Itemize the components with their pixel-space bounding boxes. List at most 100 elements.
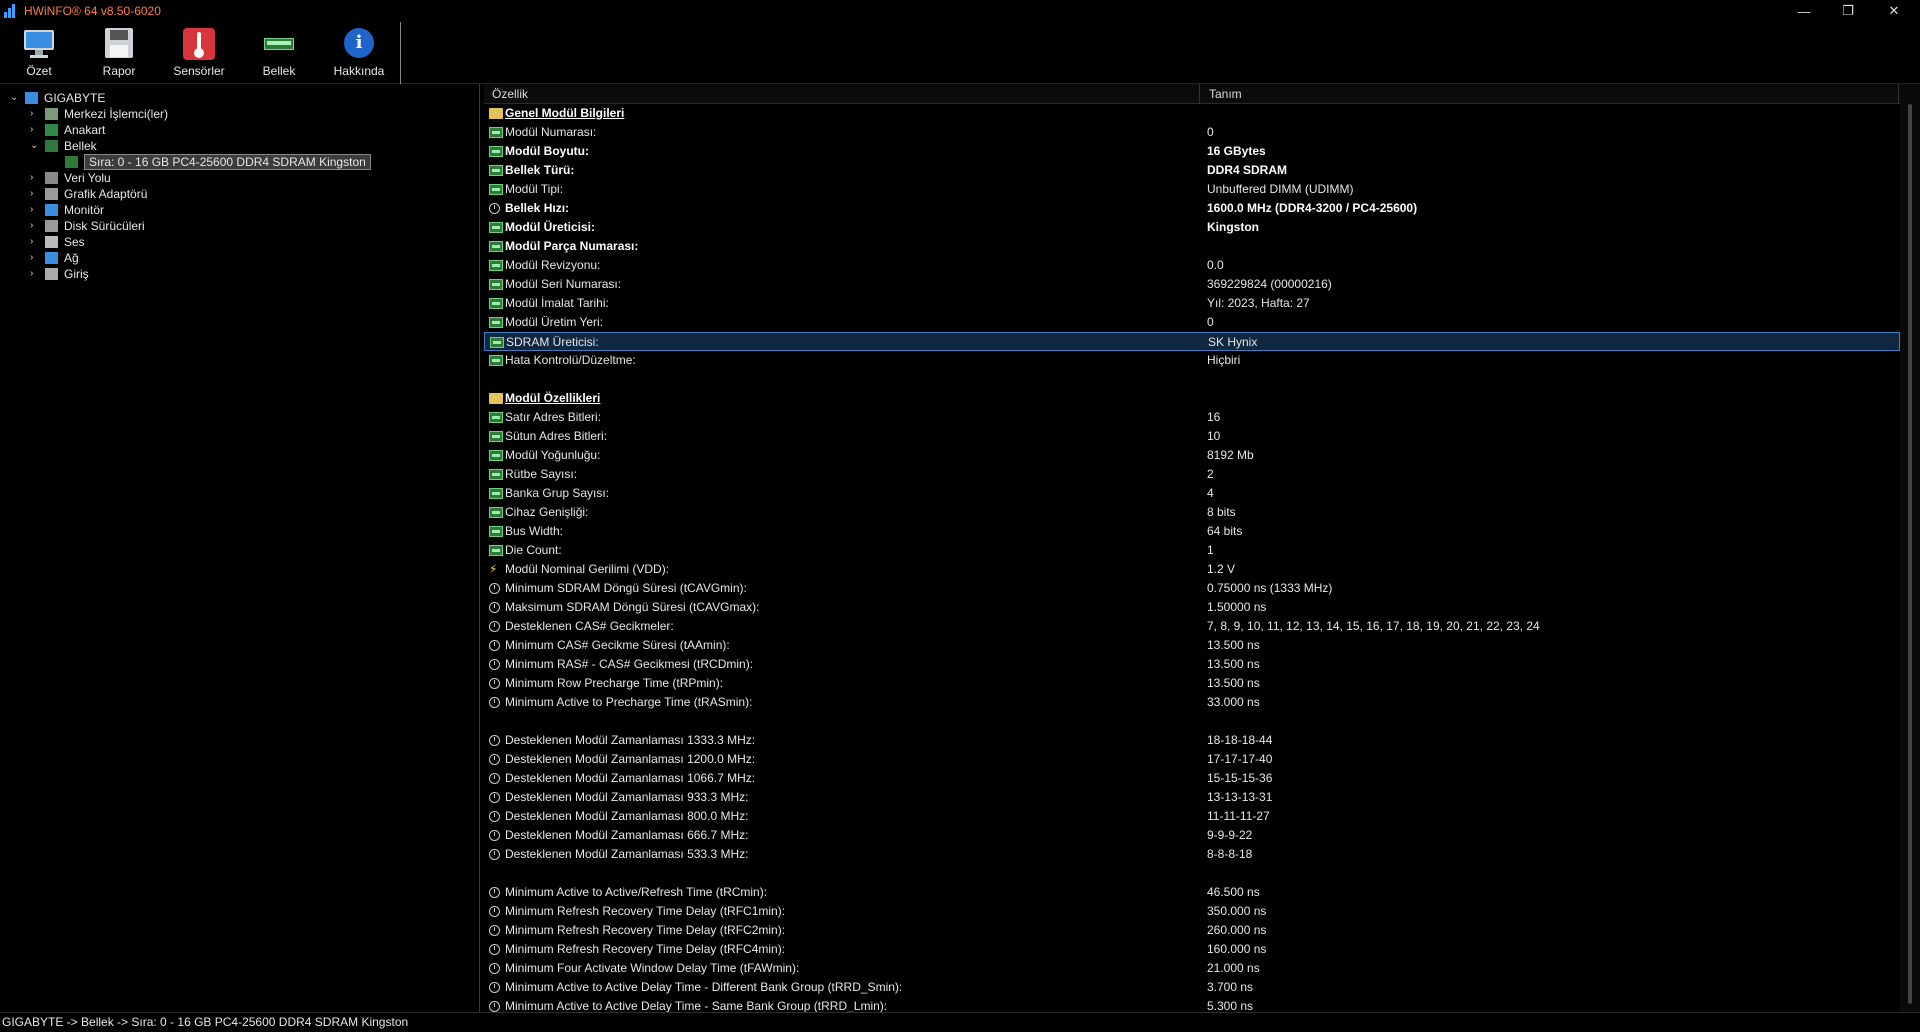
property-row[interactable]: Desteklenen Modül Zamanlaması 933.3 MHz:… <box>484 788 1900 807</box>
property-row[interactable]: Bellek Hızı: 1600.0 MHz (DDR4-3200 / PC4-… <box>484 199 1900 218</box>
property-name: Cihaz Genişliği: <box>505 505 589 519</box>
property-row[interactable]: Maksimum SDRAM Döngü Süresi (tCAVGmax): 1… <box>484 598 1900 617</box>
property-row[interactable]: Desteklenen Modül Zamanlaması 666.7 MHz:… <box>484 826 1900 845</box>
property-row[interactable]: Modül Yoğunluğu: 8192 Mb <box>484 446 1900 465</box>
tree-item-label: GIGABYTE <box>44 91 106 105</box>
property-name: Minimum Refresh Recovery Time Delay (tRF… <box>505 923 786 937</box>
property-value: 33.000 ns <box>1207 695 1260 709</box>
section-header[interactable]: Modül Özellikleri <box>484 389 1900 408</box>
property-row[interactable]: Minimum Active to Precharge Time (tRASmi… <box>484 693 1900 712</box>
property-row[interactable]: Minimum Refresh Recovery Time Delay (tRF… <box>484 921 1900 940</box>
property-row[interactable]: Rütbe Sayısı: 2 <box>484 465 1900 484</box>
property-row[interactable]: Modül Numarası: 0 <box>484 123 1900 142</box>
ram-icon <box>489 165 503 176</box>
input-icon <box>45 268 58 280</box>
about-button[interactable]: i Hakkında <box>324 28 394 82</box>
memory-button[interactable]: Bellek <box>244 28 314 82</box>
property-row[interactable]: Bellek Türü: DDR4 SDRAM <box>484 161 1900 180</box>
property-name: Modül Üreticisi: <box>505 220 596 234</box>
property-name: Rütbe Sayısı: <box>505 467 578 481</box>
info-icon: i <box>342 28 376 60</box>
property-row[interactable]: Modül Üreticisi: Kingston <box>484 218 1900 237</box>
property-row[interactable]: Cihaz Genişliği: 8 bits <box>484 503 1900 522</box>
chevron-right-icon[interactable]: › <box>30 186 40 202</box>
report-button[interactable]: Rapor <box>84 28 154 82</box>
maximize-button[interactable]: ❐ <box>1826 0 1870 22</box>
vertical-scrollbar[interactable] <box>1900 84 1920 1012</box>
property-row[interactable]: Minimum Refresh Recovery Time Delay (tRF… <box>484 902 1900 921</box>
property-row[interactable]: Minimum RAS# - CAS# Gecikmesi (tRCDmin):… <box>484 655 1900 674</box>
close-button[interactable]: ✕ <box>1872 0 1916 22</box>
property-value: SK Hynix <box>1208 335 1258 349</box>
chevron-right-icon[interactable]: › <box>30 122 40 138</box>
property-row[interactable]: Desteklenen Modül Zamanlaması 533.3 MHz:… <box>484 845 1900 864</box>
device-tree[interactable]: ⌄ GIGABYTE › Merkezi İşlemci(ler) › Anakart ⌄ B… <box>0 84 480 1012</box>
property-name: Bus Width: <box>505 524 564 538</box>
property-row[interactable]: Hata Kontrolü/Düzeltme: Hiçbiri <box>484 351 1900 370</box>
property-row[interactable]: Bus Width: 64 bits <box>484 522 1900 541</box>
property-row[interactable]: Minimum Refresh Recovery Time Delay (tRF… <box>484 940 1900 959</box>
property-row[interactable]: ⚡ Modül Nominal Gerilimi (VDD): 1.2 V <box>484 560 1900 579</box>
property-row[interactable]: Desteklenen Modül Zamanlaması 1200.0 MHz… <box>484 750 1900 769</box>
chevron-right-icon[interactable]: › <box>30 202 40 218</box>
property-name: Minimum RAS# - CAS# Gecikmesi (tRCDmin): <box>505 657 754 671</box>
minimize-button[interactable]: — <box>1782 0 1826 22</box>
chevron-down-icon[interactable]: ⌄ <box>10 90 20 106</box>
property-row[interactable]: Modül Parça Numarası: <box>484 237 1900 256</box>
clock-icon <box>489 1001 500 1012</box>
spacer-row <box>484 712 1900 731</box>
column-property-header[interactable]: Özellik <box>492 87 528 101</box>
chevron-right-icon[interactable]: › <box>30 250 40 266</box>
property-value: 7, 8, 9, 10, 11, 12, 13, 14, 15, 16, 17,… <box>1207 619 1540 633</box>
property-name: Desteklenen Modül Zamanlaması 800.0 MHz: <box>505 809 749 823</box>
property-row[interactable]: SDRAM Üreticisi: SK Hynix <box>484 332 1900 351</box>
property-row[interactable]: Desteklenen Modül Zamanlaması 1333.3 MHz… <box>484 731 1900 750</box>
property-row[interactable]: Banka Grup Sayısı: 4 <box>484 484 1900 503</box>
property-row[interactable]: Sütun Adres Bitleri: 10 <box>484 427 1900 446</box>
property-row[interactable]: Desteklenen Modül Zamanlaması 800.0 MHz:… <box>484 807 1900 826</box>
property-list: Genel Modül Bilgileri Modül Numarası: 0 Mod… <box>484 104 1900 1012</box>
property-name: Modül Tipi: <box>505 182 564 196</box>
property-row[interactable]: Minimum CAS# Gecikme Süresi (tAAmin): 13.… <box>484 636 1900 655</box>
ram-icon <box>489 355 503 366</box>
property-row[interactable]: Modül İmalat Tarihi: Yıl: 2023, Hafta: 27 <box>484 294 1900 313</box>
chevron-right-icon[interactable]: › <box>30 234 40 250</box>
property-row[interactable]: Die Count: 1 <box>484 541 1900 560</box>
property-row[interactable]: Minimum Active to Active/Refresh Time (t… <box>484 883 1900 902</box>
property-row[interactable]: Minimum Four Activate Window Delay Time … <box>484 959 1900 978</box>
chevron-right-icon[interactable]: › <box>30 218 40 234</box>
scrollbar-thumb[interactable] <box>1908 104 1912 1004</box>
summary-button[interactable]: Özet <box>4 28 74 82</box>
column-value-header[interactable]: Tanım <box>1209 87 1242 101</box>
property-row[interactable]: Desteklenen CAS# Gecikmeler: 7, 8, 9, 10,… <box>484 617 1900 636</box>
property-row[interactable]: Minimum SDRAM Döngü Süresi (tCAVGmin): 0.… <box>484 579 1900 598</box>
property-name: Modül Revizyonu: <box>505 258 601 272</box>
property-row[interactable]: Modül Revizyonu: 0.0 <box>484 256 1900 275</box>
property-name: Banka Grup Sayısı: <box>505 486 610 500</box>
property-name: Desteklenen CAS# Gecikmeler: <box>505 619 674 633</box>
property-row[interactable]: Minimum Active to Active Delay Time - Di… <box>484 978 1900 997</box>
chevron-right-icon[interactable]: › <box>30 266 40 282</box>
chevron-down-icon[interactable]: ⌄ <box>30 138 40 154</box>
column-divider[interactable] <box>1898 84 1899 104</box>
chevron-right-icon[interactable]: › <box>30 170 40 186</box>
property-row[interactable]: Desteklenen Modül Zamanlaması 1066.7 MHz… <box>484 769 1900 788</box>
section-header[interactable]: Genel Modül Bilgileri <box>484 104 1900 123</box>
property-row[interactable]: Minimum Row Precharge Time (tRPmin): 13.5… <box>484 674 1900 693</box>
disk-icon <box>45 220 58 232</box>
property-row[interactable]: Modül Üretim Yeri: 0 <box>484 313 1900 332</box>
column-divider[interactable] <box>1199 84 1200 104</box>
chevron-right-icon[interactable]: › <box>30 106 40 122</box>
status-bar: GIGABYTE -> Bellek -> Sıra: 0 - 16 GB PC… <box>0 1012 1920 1032</box>
clock-icon <box>489 811 500 822</box>
sensors-button[interactable]: Sensörler <box>164 28 234 82</box>
property-name: Desteklenen Modül Zamanlaması 933.3 MHz: <box>505 790 749 804</box>
property-row[interactable]: Modül Boyutu: 16 GBytes <box>484 142 1900 161</box>
property-row[interactable]: Minimum Active to Active Delay Time - Sa… <box>484 997 1900 1012</box>
property-row[interactable]: Modül Seri Numarası: 369229824 (00000216) <box>484 275 1900 294</box>
property-name: Minimum Refresh Recovery Time Delay (tRF… <box>505 942 786 956</box>
clock-icon <box>489 203 500 214</box>
property-row[interactable]: Satır Adres Bitleri: 16 <box>484 408 1900 427</box>
property-value: DDR4 SDRAM <box>1207 163 1288 177</box>
property-row[interactable]: Modül Tipi: Unbuffered DIMM (UDIMM) <box>484 180 1900 199</box>
